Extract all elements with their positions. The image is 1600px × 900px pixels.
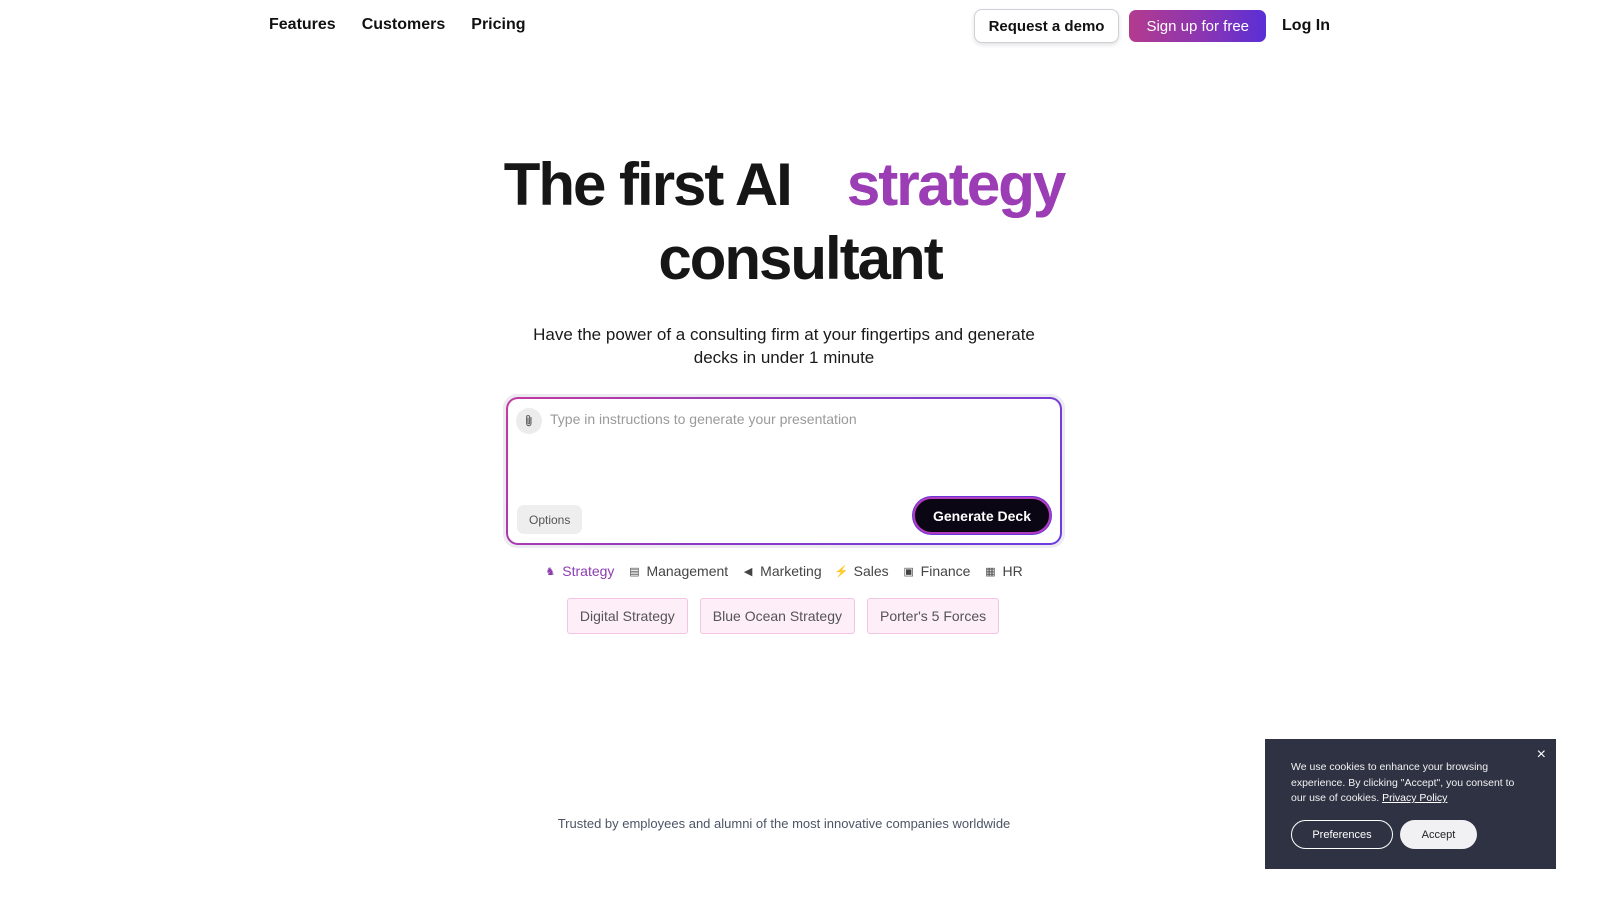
chip-blue-ocean-strategy[interactable]: Blue Ocean Strategy bbox=[699, 598, 855, 634]
category-tabs: ♞ Strategy ▤ Management ◀ Marketing ⚡ Sa… bbox=[0, 563, 1600, 579]
chip-porters-5-forces[interactable]: Porter's 5 Forces bbox=[866, 598, 1000, 634]
finance-icon: ▣ bbox=[903, 565, 914, 578]
category-tab-hr[interactable]: ▦ HR bbox=[983, 563, 1022, 579]
request-demo-button[interactable]: Request a demo bbox=[973, 9, 1120, 43]
category-label: Finance bbox=[920, 563, 971, 579]
hero-title-accent: strategy bbox=[846, 151, 1066, 218]
lightning-icon: ⚡ bbox=[834, 565, 849, 578]
nav-link-features[interactable]: Features bbox=[269, 16, 336, 34]
prompt-container: Options Generate Deck bbox=[503, 394, 1065, 548]
nav-actions: Request a demo Sign up for free Log In bbox=[973, 9, 1330, 43]
category-label: Sales bbox=[853, 563, 889, 579]
cookie-text: We use cookies to enhance your browsing … bbox=[1291, 760, 1521, 807]
suggestion-chips: Digital Strategy Blue Ocean Strategy Por… bbox=[0, 598, 1600, 634]
strategy-icon: ♞ bbox=[545, 565, 556, 578]
privacy-policy-link[interactable]: Privacy Policy bbox=[1382, 792, 1447, 804]
hero-title: The first AI strategy consultant bbox=[0, 148, 1600, 296]
category-tab-finance[interactable]: ▣ Finance bbox=[902, 563, 971, 579]
category-label: Marketing bbox=[760, 563, 822, 579]
log-in-link[interactable]: Log In bbox=[1282, 17, 1330, 35]
close-icon[interactable]: × bbox=[1537, 746, 1546, 764]
nav-link-pricing[interactable]: Pricing bbox=[471, 16, 525, 34]
management-icon: ▤ bbox=[629, 565, 640, 578]
nav-links: Features Customers Pricing bbox=[269, 16, 526, 34]
category-label: Management bbox=[646, 563, 729, 579]
category-label: HR bbox=[1002, 563, 1023, 579]
top-nav: Features Customers Pricing Request a dem… bbox=[0, 0, 1600, 52]
hero-title-part-1: The first AI bbox=[503, 151, 793, 218]
chip-digital-strategy[interactable]: Digital Strategy bbox=[566, 598, 688, 634]
category-tab-strategy[interactable]: ♞ Strategy bbox=[543, 563, 614, 579]
prompt-panel: Options Generate Deck bbox=[508, 399, 1060, 543]
paperclip-icon[interactable] bbox=[516, 408, 542, 434]
category-tab-marketing[interactable]: ◀ Marketing bbox=[741, 563, 822, 579]
cookie-banner: × We use cookies to enhance your browsin… bbox=[1265, 739, 1556, 869]
category-label: Strategy bbox=[562, 563, 615, 579]
prompt-input[interactable] bbox=[550, 411, 1040, 491]
nav-link-customers[interactable]: Customers bbox=[362, 16, 446, 34]
cookie-preferences-button[interactable]: Preferences bbox=[1291, 820, 1393, 849]
cookie-accept-button[interactable]: Accept bbox=[1400, 820, 1477, 849]
sign-up-button[interactable]: Sign up for free bbox=[1129, 10, 1267, 42]
category-tab-sales[interactable]: ⚡ Sales bbox=[835, 563, 889, 579]
category-tab-management[interactable]: ▤ Management bbox=[627, 563, 728, 579]
options-button[interactable]: Options bbox=[517, 505, 583, 534]
generate-deck-button[interactable]: Generate Deck bbox=[912, 497, 1051, 534]
hero-title-part-2: consultant bbox=[658, 225, 943, 292]
paperclip-glyph bbox=[526, 415, 532, 427]
megaphone-icon: ◀ bbox=[743, 565, 753, 578]
hero-title-line-1: The first AI strategy bbox=[0, 148, 1600, 222]
hero-subtitle: Have the power of a consulting firm at y… bbox=[533, 325, 1035, 367]
people-icon: ▦ bbox=[985, 565, 996, 578]
prompt-border: Options Generate Deck bbox=[506, 397, 1062, 545]
